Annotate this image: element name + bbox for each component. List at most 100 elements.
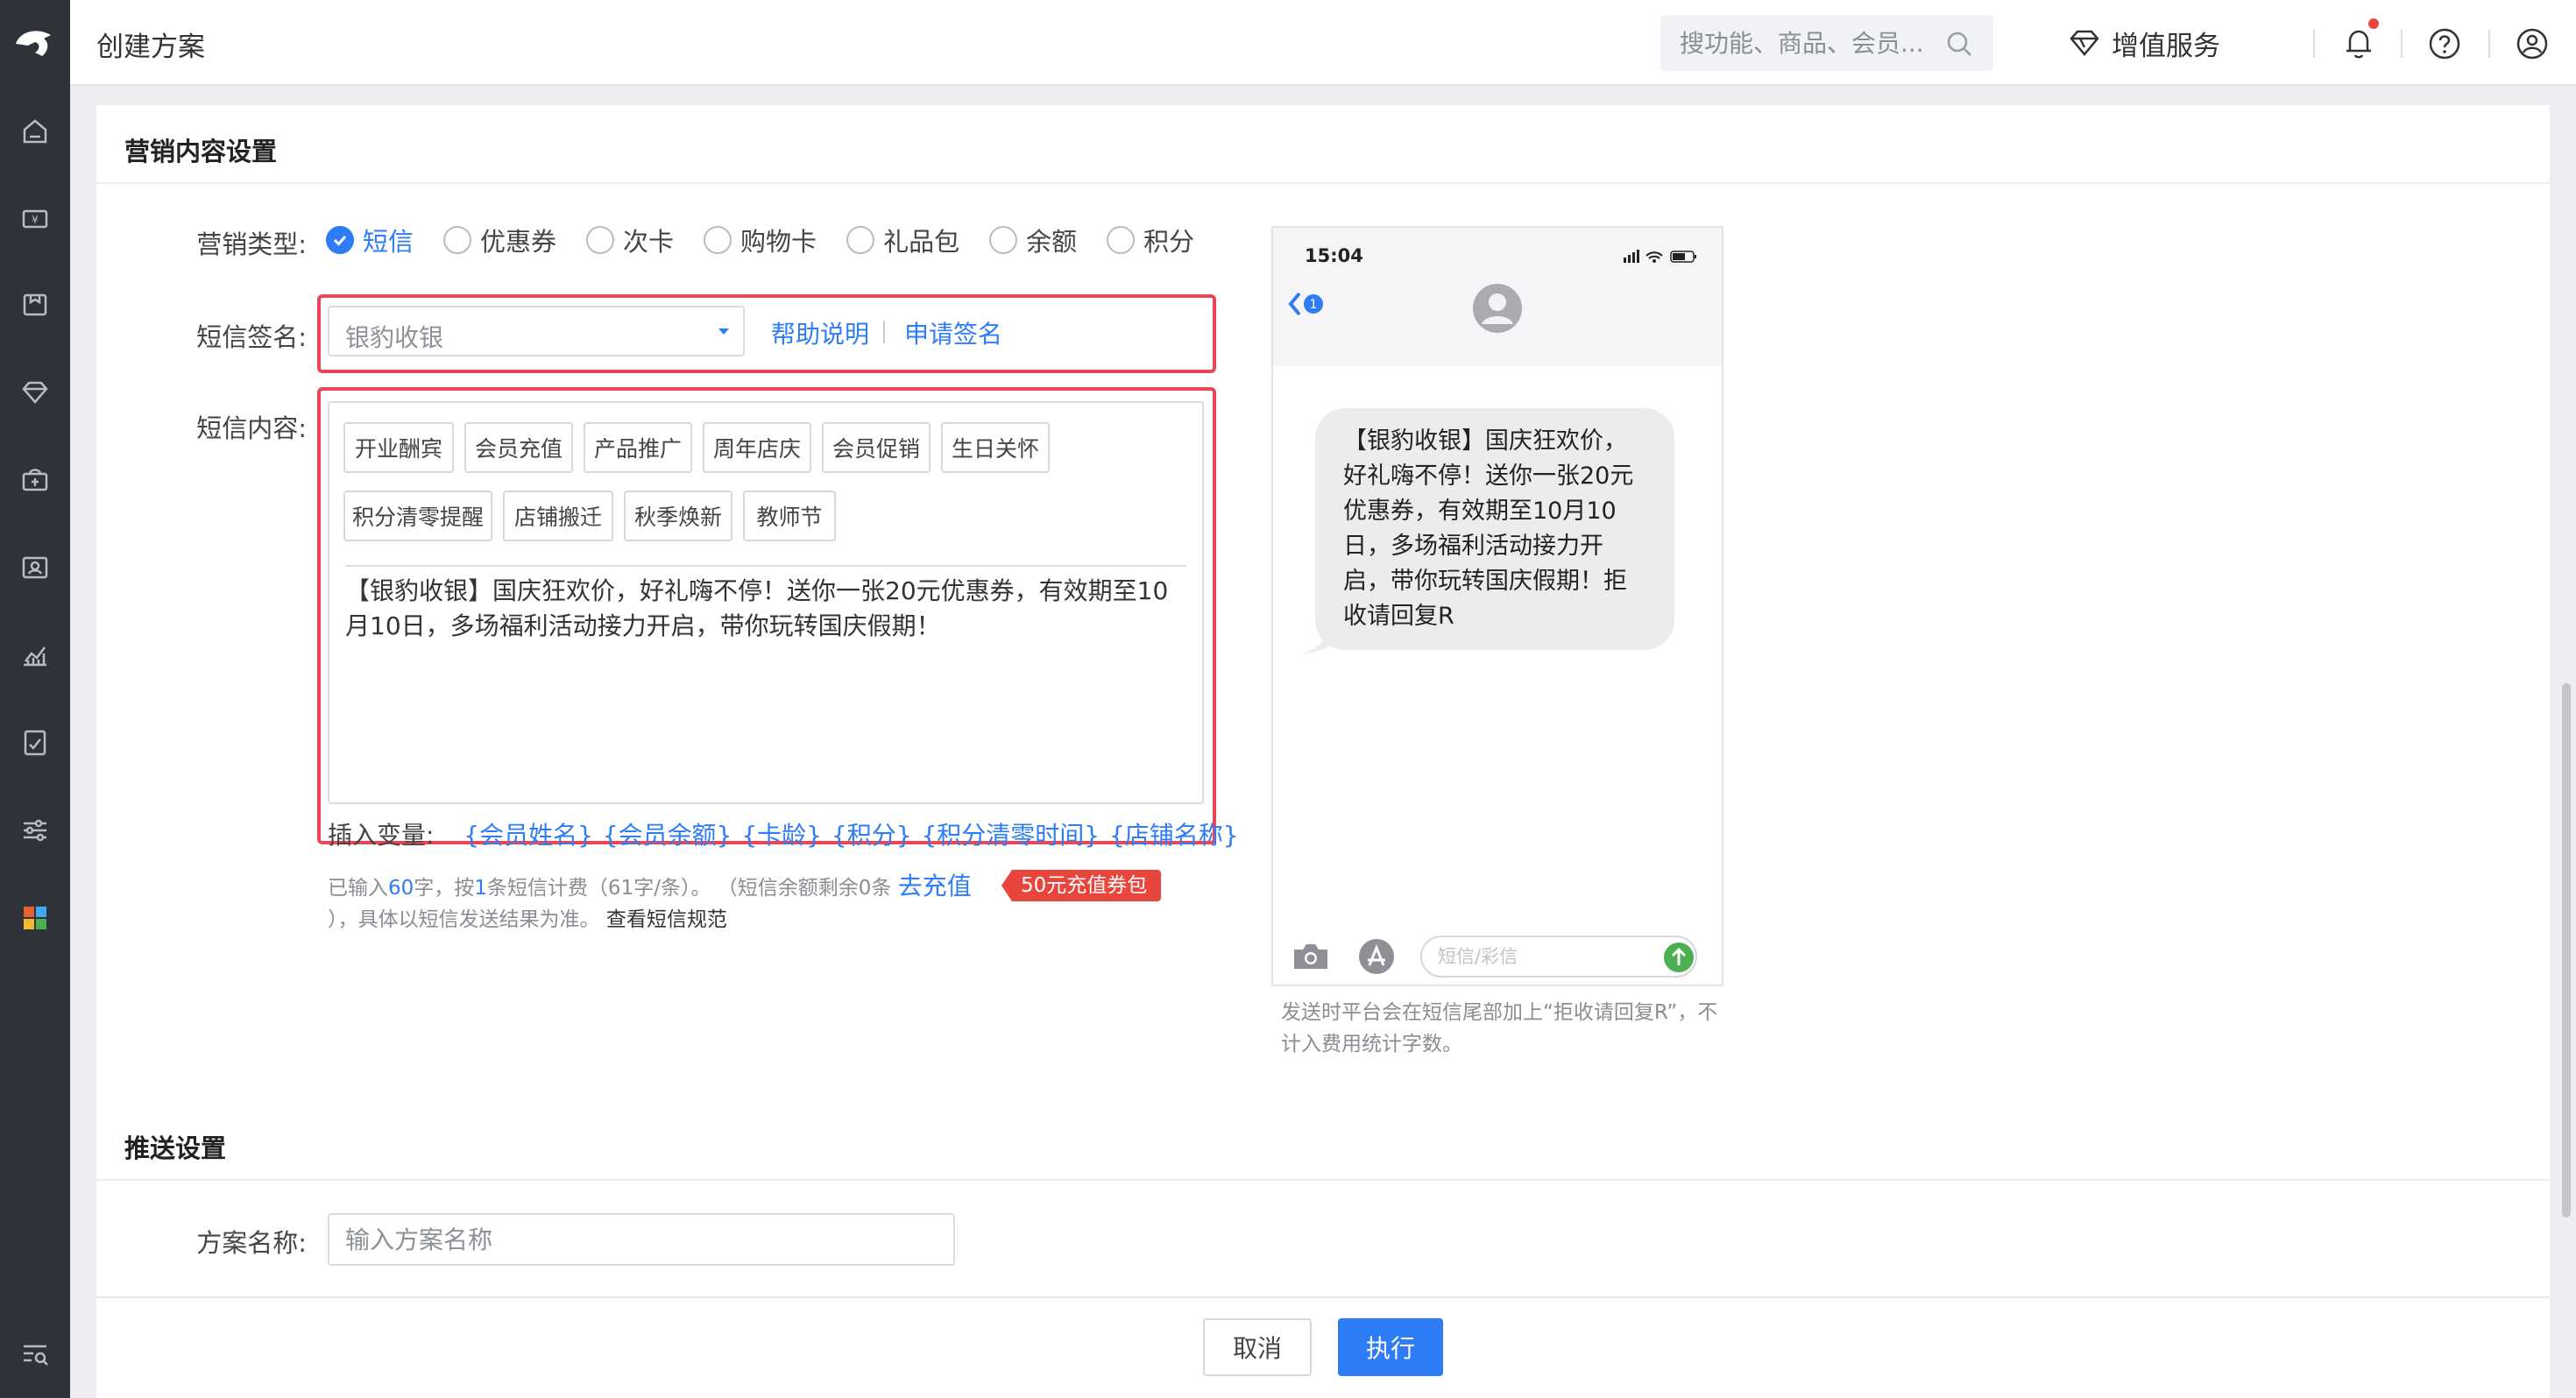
radio-sms[interactable]: 短信	[326, 222, 414, 258]
staff-icon[interactable]	[16, 548, 54, 587]
app-store-icon[interactable]	[1355, 937, 1398, 976]
help-link[interactable]: 帮助说明	[771, 315, 869, 350]
plan-name-input[interactable]	[328, 1213, 955, 1266]
search-icon[interactable]	[1944, 29, 1974, 59]
radio-circle	[586, 226, 615, 254]
radio-circle	[1107, 226, 1136, 254]
camera-icon[interactable]	[1291, 941, 1331, 972]
signature-label: 短信签名:	[196, 322, 307, 352]
main-content-card: 营销内容设置 营销类型: 短信 优惠券 次卡 购物卡 礼品包 余额 积分 短信签…	[96, 105, 2550, 1296]
variable-points-expiry[interactable]: {积分清零时间}	[921, 821, 1100, 850]
brand-logo-icon[interactable]	[9, 18, 61, 70]
radio-label: 积分	[1143, 227, 1195, 257]
phone-message-input[interactable]: 短信/彩信	[1420, 936, 1697, 978]
search-menu-icon[interactable]	[16, 1335, 54, 1373]
bell-icon[interactable]	[2339, 25, 2378, 63]
template-tag[interactable]: 秋季焕新	[624, 491, 732, 541]
radio-circle	[989, 226, 1018, 254]
radio-circle	[443, 226, 472, 254]
radio-circle	[704, 226, 732, 254]
footer-bar: 取消 执行	[96, 1296, 2550, 1398]
radio-shopping-card[interactable]: 购物卡	[704, 222, 817, 258]
variable-member-name[interactable]: {会员姓名}	[464, 821, 593, 850]
page-scrollbar[interactable]	[2560, 88, 2572, 1398]
recharge-voucher-badge[interactable]: 50元充值券包	[1001, 870, 1162, 901]
variable-member-balance[interactable]: {会员余额}	[603, 821, 732, 850]
settings-icon[interactable]	[16, 811, 54, 850]
sms-rules-link[interactable]: 查看短信规范	[606, 908, 727, 931]
radio-label: 礼品包	[883, 227, 960, 257]
back-icon[interactable]: 1	[1287, 289, 1327, 319]
search-input[interactable]	[1660, 15, 1932, 71]
finance-icon[interactable]	[16, 724, 54, 762]
header-divider	[2488, 30, 2490, 58]
user-avatar-icon[interactable]	[2513, 25, 2551, 63]
signature-select[interactable]: 银豹收银	[328, 306, 745, 357]
help-icon[interactable]	[2425, 25, 2464, 63]
marketing-icon[interactable]	[16, 461, 54, 499]
member-icon[interactable]	[16, 373, 54, 412]
radio-gift-pack[interactable]: 礼品包	[846, 222, 959, 258]
section-divider	[96, 1179, 2550, 1181]
cashier-icon[interactable]: ¥	[16, 200, 54, 238]
header-divider	[2401, 30, 2403, 58]
stats-line2: ），具体以短信发送结果为准。	[328, 908, 600, 931]
radio-label: 次卡	[623, 227, 675, 257]
radio-coupon[interactable]: 优惠券	[443, 222, 556, 258]
template-tag[interactable]: 教师节	[743, 491, 836, 541]
report-icon[interactable]	[16, 636, 54, 674]
stats-suffix: 条短信计费（61字/条）。 （短信余额剩余0条	[486, 877, 892, 900]
sms-content-label: 短信内容:	[196, 413, 307, 443]
sidebar: ¥	[0, 0, 70, 1398]
marketing-type-radio-group: 短信 优惠券 次卡 购物卡 礼品包 余额 积分	[326, 222, 1224, 258]
svg-text:¥: ¥	[32, 214, 39, 226]
radio-balance[interactable]: 余额	[989, 222, 1077, 258]
notification-dot	[2368, 18, 2379, 29]
sms-content-textarea[interactable]: 【银豹收银】国庆狂欢价，好礼嗨不停！送你一张20元优惠券，有效期至10月10日，…	[345, 574, 1188, 784]
template-tag[interactable]: 开业酬宾	[343, 422, 454, 473]
send-icon[interactable]	[1662, 941, 1695, 974]
template-tag[interactable]: 会员促销	[822, 422, 931, 473]
radio-checked-icon	[326, 226, 354, 254]
template-tag[interactable]: 生日关怀	[941, 422, 1050, 473]
radio-label: 购物卡	[740, 227, 817, 257]
sms-count: 1	[474, 877, 487, 900]
variable-store-name[interactable]: {店铺名称}	[1109, 821, 1239, 850]
template-tag[interactable]: 店铺搬迁	[503, 491, 613, 541]
diamond-icon	[2070, 30, 2099, 56]
phone-time: 15:04	[1305, 245, 1363, 266]
value-added-services-button[interactable]: 增值服务	[2066, 21, 2220, 65]
global-search[interactable]	[1660, 15, 1993, 71]
phone-preview: 15:04 1 【银豹收银】国庆狂欢价，好礼嗨不停！送你一张20元优惠券，有效期…	[1271, 226, 1723, 986]
header-divider	[2313, 30, 2315, 58]
back-badge-count: 1	[1310, 298, 1318, 312]
radio-punch-card[interactable]: 次卡	[586, 222, 674, 258]
scrollbar-thumb[interactable]	[2562, 683, 2571, 1218]
apps-icon[interactable]	[16, 899, 54, 937]
template-tag[interactable]: 周年店庆	[703, 422, 811, 473]
goods-icon[interactable]	[16, 286, 54, 324]
apply-signature-link[interactable]: 申请签名	[904, 315, 1002, 350]
template-tag[interactable]: 会员充值	[464, 422, 573, 473]
tag-divider	[345, 565, 1186, 567]
radio-label: 余额	[1026, 227, 1078, 257]
variable-points[interactable]: {积分}	[832, 821, 912, 850]
sms-stats-line-2: ），具体以短信发送结果为准。 查看短信规范	[328, 902, 727, 932]
stats-prefix: 已输入	[328, 877, 388, 900]
execute-button[interactable]: 执行	[1338, 1318, 1443, 1376]
template-tag[interactable]: 积分清零提醒	[343, 491, 492, 541]
contact-avatar-icon	[1473, 284, 1522, 333]
section-title-content: 营销内容设置	[124, 137, 278, 166]
char-count: 60	[388, 877, 414, 900]
section-divider	[96, 182, 2550, 184]
plan-name-label: 方案名称:	[196, 1228, 307, 1258]
cancel-button[interactable]: 取消	[1203, 1318, 1312, 1376]
radio-points[interactable]: 积分	[1107, 222, 1194, 258]
radio-label: 短信	[363, 227, 414, 257]
home-icon[interactable]	[16, 112, 54, 151]
status-bar-icons	[1624, 250, 1696, 263]
recharge-link[interactable]: 去充值	[898, 872, 972, 900]
variable-card-age[interactable]: {卡龄}	[741, 821, 822, 850]
template-tag[interactable]: 产品推广	[584, 422, 692, 473]
value-added-label: 增值服务	[2112, 30, 2220, 62]
